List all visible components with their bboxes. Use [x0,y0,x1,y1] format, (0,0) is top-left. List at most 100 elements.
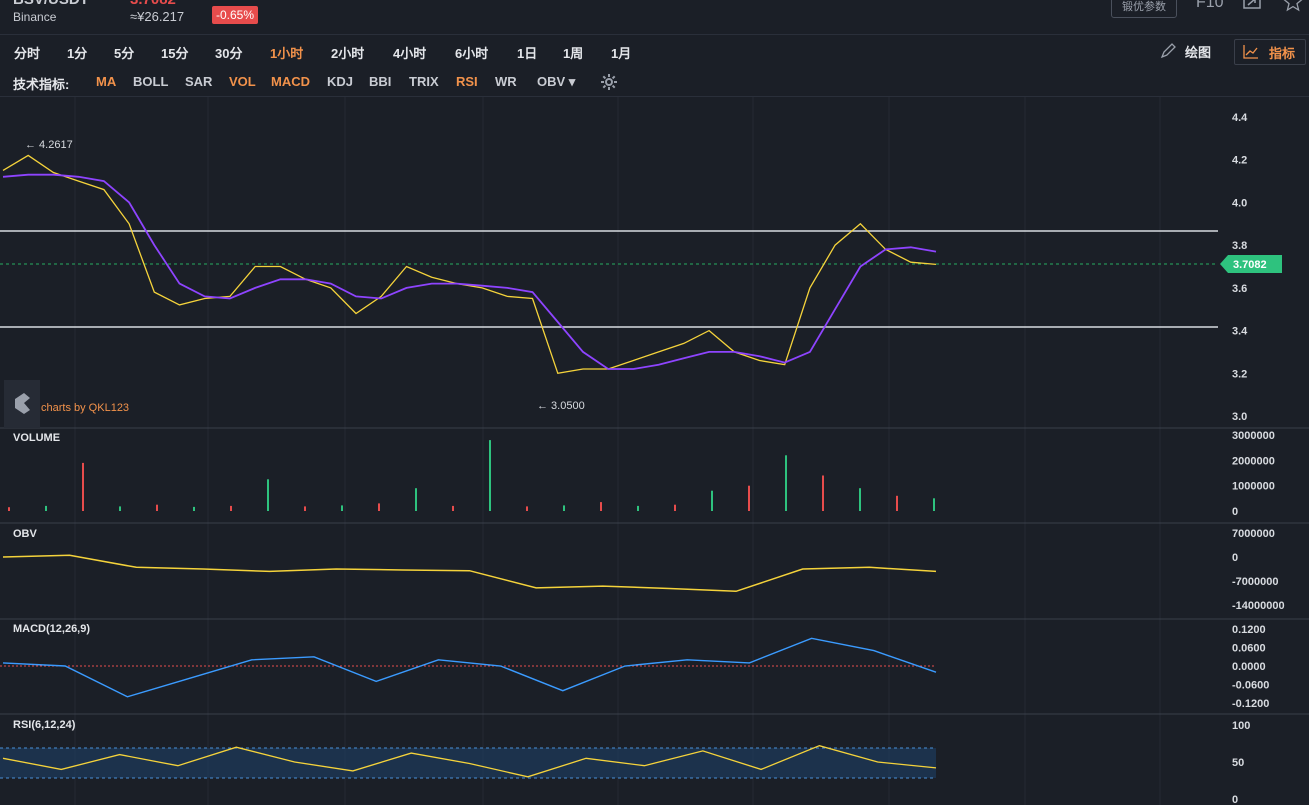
volume-bar [415,488,417,511]
volume-bar [341,505,343,511]
rsi-tick: 50 [1232,757,1244,769]
tf-1mo[interactable]: 1月 [611,43,631,62]
ind-macd[interactable]: MACD [271,74,310,89]
volume-bar [119,506,121,511]
indicator-label: 技术指标: [13,77,70,92]
volume-bar [822,475,824,511]
price-tick: 3.4 [1232,326,1248,338]
ind-sar[interactable]: SAR [185,74,212,89]
rsi-tick: 0 [1232,794,1238,805]
price-tick: 3.8 [1232,240,1247,252]
ind-wr[interactable]: WR [495,74,517,89]
chart-area[interactable]: 4.4 4.2 4.0 3.8 3.6 3.4 3.2 3.0 3.7082 ← 4.2617… [0,97,1309,805]
ind-kdj[interactable]: KDJ [327,74,353,89]
indicators-button[interactable]: 指标 [1234,39,1306,65]
volume-tick: 2000000 [1232,455,1275,467]
macd-tick: 0.0000 [1232,661,1266,673]
obv-tick: 7000000 [1232,528,1275,540]
f10-button[interactable]: F10 [1196,0,1224,12]
price-tick: 4.2 [1232,155,1247,167]
cny-price: ≈¥26.217 [130,9,185,24]
volume-bar [156,504,158,511]
tf-1h[interactable]: 1小时 [270,43,303,62]
rsi-tick: 100 [1232,720,1250,732]
macd-tick: -0.1200 [1232,698,1269,710]
volume-bar [563,505,565,511]
chart-line-icon [1243,45,1259,64]
star-icon[interactable] [1283,0,1303,12]
watermark: charts by QKL123 [41,402,130,414]
volume-bar [637,505,639,511]
volume-bar [267,479,269,511]
price-tick: 3.6 [1232,283,1247,295]
volume-bar [859,488,861,511]
price-tick: 3.2 [1232,368,1247,380]
volume-bar [785,455,787,511]
volume-bar [452,505,454,511]
volume-bar [674,504,676,511]
macd-tick: -0.0600 [1232,680,1269,692]
volume-tick: 0 [1232,506,1238,518]
tf-4h[interactable]: 4小时 [393,43,426,62]
expand-icon[interactable] [1243,0,1261,10]
tf-6h[interactable]: 6小时 [455,43,488,62]
current-price-text: 3.7082 [1233,259,1267,271]
ind-boll[interactable]: BOLL [133,74,168,89]
volume-tick: 3000000 [1232,430,1275,442]
ind-trix[interactable]: TRIX [409,74,439,89]
last-price: 3.7082 [130,0,176,8]
obv-label: OBV [13,528,38,540]
volume-bar [711,490,713,511]
volume-bar [526,506,528,511]
tf-1d[interactable]: 1日 [517,43,537,62]
price-tick: 4.4 [1232,112,1248,124]
volume-label: VOLUME [13,432,60,444]
draw-button[interactable]: 绘图 [1155,40,1227,62]
volume-bar [489,440,491,511]
indicator-bar: 技术指标: MA BOLL SAR VOL MACD KDJ BBI TRIX … [0,66,1309,97]
tf-1w[interactable]: 1周 [563,43,583,62]
ind-vol[interactable]: VOL [229,74,256,89]
volume-bar [600,502,602,511]
obv-tick: 0 [1232,552,1238,564]
tf-15m[interactable]: 15分 [161,43,188,62]
volume-bar [896,495,898,511]
macd-tick: 0.0600 [1232,643,1266,655]
high-marker: ← 4.2617 [25,139,73,151]
indicators-label: 指标 [1269,46,1296,61]
volume-tick: 1000000 [1232,481,1275,493]
tf-5m[interactable]: 5分 [114,43,134,62]
volume-bar [82,462,84,511]
price-tick: 4.0 [1232,197,1247,209]
change-badge: -0.65% [212,6,259,24]
volume-bar [933,498,935,511]
timeframe-bar: 分时 1分 5分 15分 30分 1小时 2小时 4小时 6小时 1日 1周 1… [0,35,1309,66]
volume-bar [378,503,380,511]
volume-bar [45,505,47,511]
tf-2h[interactable]: 2小时 [331,43,364,62]
volume-bar [8,507,10,511]
ind-rsi[interactable]: RSI [456,74,478,89]
pen-icon [1159,43,1177,64]
volume-bar [748,485,750,511]
pair-name: BSV/USDT [13,0,89,8]
exchange-name: Binance [13,10,57,24]
obv-tick: -14000000 [1232,600,1285,612]
current-price-tag: 3.7082 [1220,255,1282,273]
ind-obv[interactable]: OBV ▾ [537,74,575,90]
macd-label: MACD(12,26,9) [13,623,90,635]
volume-bar [193,506,195,511]
gear-icon[interactable] [600,73,618,96]
ticker-header: BSV/USDT Binance 3.7082 ≈¥26.217 -0.65% … [0,0,1309,35]
macd-tick: 0.1200 [1232,624,1266,636]
ind-bbi[interactable]: BBI [369,74,391,89]
volume-bar [304,506,306,511]
settings-button[interactable]: 锻优参数 [1111,0,1177,18]
draw-label: 绘图 [1185,45,1212,60]
tf-30m[interactable]: 30分 [215,43,242,62]
tf-fenshi[interactable]: 分时 [14,43,40,62]
ind-ma[interactable]: MA [96,74,116,89]
low-marker: ← 3.0500 [537,400,585,412]
tf-1m[interactable]: 1分 [67,43,87,62]
price-tick: 3.0 [1232,411,1247,423]
